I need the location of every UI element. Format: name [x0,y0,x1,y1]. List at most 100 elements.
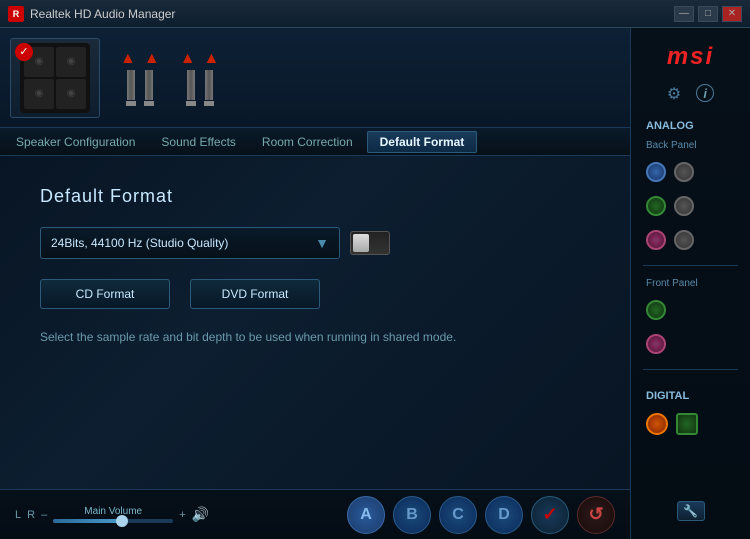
main-volume-label: Main Volume [84,506,142,517]
wrench-area: 🔧 [677,501,705,529]
toggle-handle [353,234,369,252]
title-bar-left: R Realtek HD Audio Manager [8,6,175,22]
format-dropdown[interactable]: 24Bits, 44100 Hz (Studio Quality) ▼ [40,227,340,259]
close-button[interactable]: ✕ [722,6,742,22]
front-panel-label: Front Panel [646,278,698,289]
dropdown-row: 24Bits, 44100 Hz (Studio Quality) ▼ [40,227,590,259]
speaker-unit-2: ◉ [56,47,86,77]
rca-plug-3 [186,70,196,106]
cd-format-button[interactable]: CD Format [40,279,170,309]
panel-title: Default Format [40,186,590,207]
rca-plug-2 [144,70,154,106]
front-panel-port-pink[interactable] [646,334,666,354]
digital-port-green[interactable] [676,413,698,435]
arrow-up-4: ▲ [204,50,220,68]
vol-plus: + [179,509,185,521]
speaker-box: ✓ ◉ ◉ ◉ ◉ [10,38,100,118]
dropdown-value: 24Bits, 44100 Hz (Studio Quality) [51,236,228,250]
format-description: Select the sample rate and bit depth to … [40,329,590,346]
dvd-format-button[interactable]: DVD Format [190,279,320,309]
tabs-bar: Speaker Configuration Sound Effects Room… [0,128,630,156]
back-panel-ports-row-2 [631,193,750,219]
nav-d-button[interactable]: D [485,496,523,534]
rca-shaft-4 [205,70,213,100]
vol-minus: – [41,509,47,521]
sidebar-divider-2 [643,369,738,370]
back-panel-port-gray2[interactable] [674,196,694,216]
gear-icon[interactable]: ⚙ [667,84,681,104]
digital-port-orange[interactable] [646,413,668,435]
back-panel-port-green[interactable] [646,196,666,216]
speaker-unit-3: ◉ [24,79,54,109]
default-format-panel: Default Format 24Bits, 44100 Hz (Studio … [0,156,630,489]
main-container: ✓ ◉ ◉ ◉ ◉ ▲ ▲ [0,28,750,539]
dropdown-arrow-icon: ▼ [315,235,329,251]
port-group-1: ▲ ▲ [120,50,160,106]
app-title: Realtek HD Audio Manager [30,7,175,21]
speaker-check-icon: ✓ [15,43,33,61]
nav-c-button[interactable]: C [439,496,477,534]
volume-slider[interactable] [53,519,173,523]
tab-room-correction[interactable]: Room Correction [250,131,365,153]
minimize-button[interactable]: — [674,6,694,22]
vol-right-label: R [27,509,35,521]
arrow-up-2: ▲ [144,50,160,68]
rca-ring-4 [204,101,214,106]
rca-plug-4 [204,70,214,106]
port-header: ✓ ◉ ◉ ◉ ◉ ▲ ▲ [0,28,630,128]
wrench-button[interactable]: 🔧 [677,501,705,521]
front-panel-port-green[interactable] [646,300,666,320]
nav-b-button[interactable]: B [393,496,431,534]
arrow-up-1: ▲ [120,50,136,68]
volume-slider-container: Main Volume [53,506,173,523]
tab-sound-effects[interactable]: Sound Effects [149,131,248,153]
digital-ports [631,410,750,438]
analog-label: ANALOG [646,120,694,132]
window-controls: — □ ✕ [674,6,742,22]
app-icon: R [8,6,24,22]
rca-shaft-1 [127,70,135,100]
back-panel-port-gray3[interactable] [674,230,694,250]
sidebar-divider-1 [643,265,738,266]
right-sidebar: msi ⚙ i ANALOG Back Panel Front Panel [630,28,750,539]
arrow-up-3: ▲ [180,50,196,68]
arrows-2: ▲ ▲ [180,50,220,68]
volume-icon: 🔊 [192,506,209,523]
nav-refresh-button[interactable]: ↺ [577,496,615,534]
rca-ring-1 [126,101,136,106]
front-panel-ports-row-2 [631,331,750,357]
rca-plug-1 [126,70,136,106]
arrows-1: ▲ ▲ [120,50,160,68]
rca-plugs-1 [126,70,154,106]
rca-shaft-3 [187,70,195,100]
slider-thumb [116,515,128,527]
maximize-button[interactable]: □ [698,6,718,22]
back-panel-ports-row-3 [631,227,750,253]
nav-buttons: A B C D ✓ ↺ [347,496,615,534]
tab-default-format[interactable]: Default Format [367,131,478,153]
msi-logo: msi [657,38,724,76]
title-bar: R Realtek HD Audio Manager — □ ✕ [0,0,750,28]
wrench-icon: 🔧 [683,504,698,518]
back-panel-ports-row-1 [631,159,750,185]
vol-left-label: L [15,509,21,521]
format-buttons: CD Format DVD Format [40,279,590,309]
rca-plugs-2 [186,70,214,106]
back-panel-label: Back Panel [646,140,697,151]
front-panel-ports-row-1 [631,297,750,323]
sidebar-icon-row: ⚙ i [667,84,714,104]
back-panel-port-gray[interactable] [674,162,694,182]
digital-label: DIGITAL [646,390,689,402]
format-toggle[interactable] [350,231,390,255]
rca-shaft-2 [145,70,153,100]
content-area: ✓ ◉ ◉ ◉ ◉ ▲ ▲ [0,28,630,539]
back-panel-port-pink[interactable] [646,230,666,250]
slider-fill [53,519,125,523]
nav-a-button[interactable]: A [347,496,385,534]
volume-section: L R – Main Volume + 🔊 [15,506,332,523]
info-icon[interactable]: i [696,84,714,102]
nav-check-button[interactable]: ✓ [531,496,569,534]
rca-ring-3 [186,101,196,106]
back-panel-port-blue[interactable] [646,162,666,182]
tab-speaker-configuration[interactable]: Speaker Configuration [4,131,147,153]
